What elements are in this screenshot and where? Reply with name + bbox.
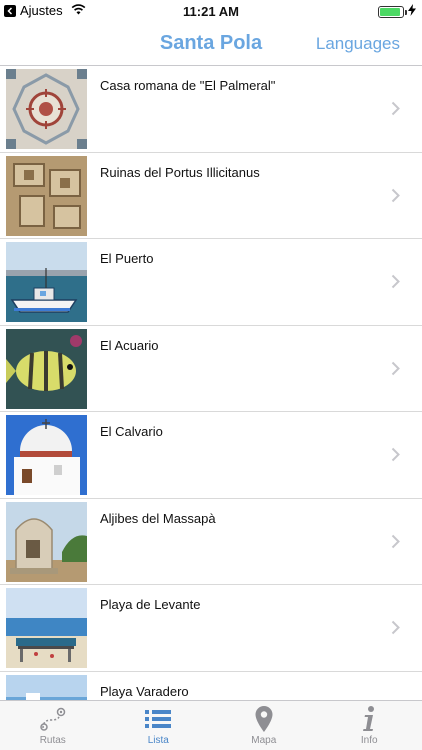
thumbnail-fish <box>6 328 87 409</box>
tab-bar: Rutas Lista Mapa Info <box>0 700 422 750</box>
battery-icon <box>378 5 407 18</box>
chevron-right-icon <box>391 188 400 208</box>
info-icon <box>361 705 377 733</box>
map-pin-icon <box>254 705 274 733</box>
chevron-right-icon <box>391 361 400 381</box>
status-right <box>378 4 416 19</box>
chevron-right-icon <box>391 620 400 640</box>
thumbnail-mosaic <box>6 69 87 149</box>
chevron-right-icon <box>391 274 400 294</box>
charging-icon <box>408 4 416 19</box>
tab-label: Rutas <box>39 735 66 746</box>
chevron-right-icon <box>391 447 400 467</box>
status-bar: Ajustes 11:21 AM <box>0 0 422 22</box>
list-item-label: El Calvario <box>100 424 163 439</box>
thumbnail-port <box>6 242 87 322</box>
tab-lista[interactable]: Lista <box>106 701 212 750</box>
list-item-label: Playa de Levante <box>100 597 201 612</box>
places-list: Casa romana de "El Palmeral" Ruinas del … <box>0 66 422 700</box>
tab-label: Info <box>360 735 378 746</box>
thumbnail-cistern <box>6 501 87 582</box>
list-item[interactable]: Casa romana de "El Palmeral" <box>0 66 422 153</box>
list-item-label: El Puerto <box>100 251 154 266</box>
list-item[interactable]: Aljibes del Massapà <box>0 499 422 585</box>
list-item-label: Playa Varadero <box>100 683 189 699</box>
battery-fill <box>380 7 400 16</box>
list-item[interactable]: Ruinas del Portus Illicitanus <box>0 153 422 239</box>
list-item-label: El Acuario <box>100 337 159 353</box>
list-item-label: Aljibes del Massapà <box>100 510 216 526</box>
route-icon <box>39 705 67 733</box>
list-item-label: Ruinas del Portus Illicitanus <box>100 164 260 180</box>
tab-mapa[interactable]: Mapa <box>211 701 317 750</box>
thumbnail-beach <box>6 674 87 700</box>
list-icon <box>144 705 172 733</box>
list-item[interactable]: Playa Varadero <box>0 672 422 700</box>
list-item[interactable]: El Puerto <box>0 239 422 326</box>
list-item[interactable]: El Acuario <box>0 326 422 412</box>
list-item[interactable]: El Calvario <box>0 412 422 499</box>
tab-info[interactable]: Info <box>317 701 422 750</box>
thumbnail-beach <box>6 588 87 668</box>
chevron-right-icon <box>391 534 400 554</box>
thumbnail-ruins <box>6 155 87 236</box>
status-time: 11:21 AM <box>183 4 239 19</box>
tab-label: Mapa <box>251 735 277 746</box>
thumbnail-chapel <box>6 415 87 495</box>
list-item[interactable]: Playa de Levante <box>0 585 422 672</box>
navigation-bar: Santa Pola Languages <box>0 22 422 66</box>
tab-label: Lista <box>147 735 169 746</box>
languages-button[interactable]: Languages <box>316 34 400 54</box>
tab-rutas[interactable]: Rutas <box>0 701 106 750</box>
chevron-right-icon <box>391 101 400 121</box>
list-item-label: Casa romana de "El Palmeral" <box>100 78 276 93</box>
